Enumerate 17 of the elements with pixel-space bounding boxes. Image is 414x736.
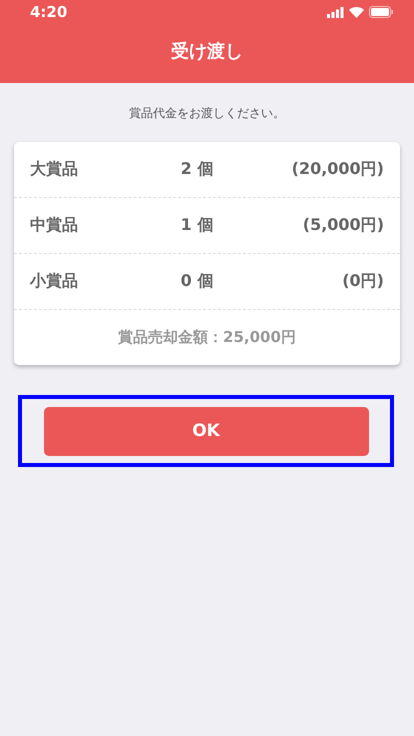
ok-button[interactable]: OK — [44, 406, 368, 456]
status-time: 4:20 — [30, 3, 68, 21]
prize-name: 小賞品 — [30, 271, 79, 292]
instruction-text: 賞品代金をお渡しください。 — [129, 106, 285, 120]
signal-icon — [327, 6, 344, 18]
prize-count: 0 個 — [180, 271, 214, 292]
prize-amount: (20,000円) — [290, 159, 384, 180]
wifi-icon — [349, 6, 364, 18]
prize-amount: (0円) — [341, 271, 384, 292]
total-amount: 賞品売却金額：25,000円 — [118, 328, 296, 347]
prize-count: 1 個 — [180, 215, 214, 236]
prize-amount: (5,000円) — [302, 215, 384, 236]
screen-title: 受け渡し — [171, 40, 243, 62]
prize-name: 大賞品 — [30, 159, 79, 180]
prize-count: 2 個 — [180, 159, 214, 180]
prize-name: 中賞品 — [30, 215, 79, 236]
battery-icon — [369, 6, 394, 18]
